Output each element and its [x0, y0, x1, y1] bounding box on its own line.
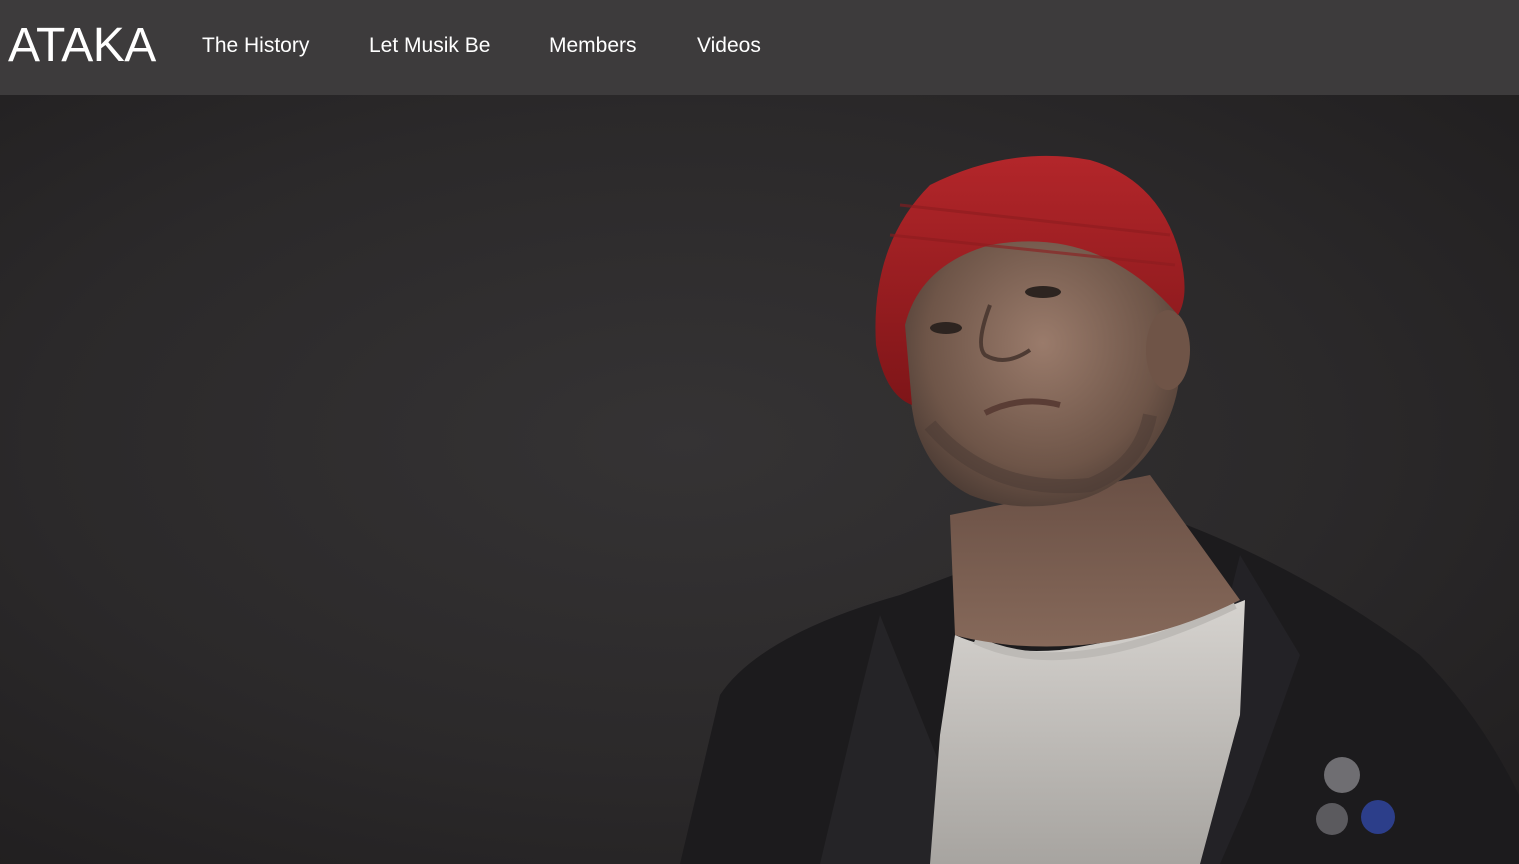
top-navigation-bar: ATAKA The History Let Musik Be Members V… — [0, 0, 1519, 95]
hero-portrait-image — [680, 155, 1519, 864]
hero-section — [0, 95, 1519, 864]
jacket-pin — [1361, 800, 1395, 834]
nav-link-members[interactable]: Members — [549, 33, 637, 59]
jacket-pin — [1316, 803, 1348, 835]
page: ATAKA The History Let Musik Be Members V… — [0, 0, 1519, 864]
main-nav: The History Let Musik Be Members Videos — [0, 0, 900, 95]
nav-link-let-musik-be[interactable]: Let Musik Be — [369, 33, 490, 59]
nav-link-videos[interactable]: Videos — [697, 33, 761, 59]
nav-link-the-history[interactable]: The History — [202, 33, 309, 59]
jacket-pin — [1324, 757, 1360, 793]
